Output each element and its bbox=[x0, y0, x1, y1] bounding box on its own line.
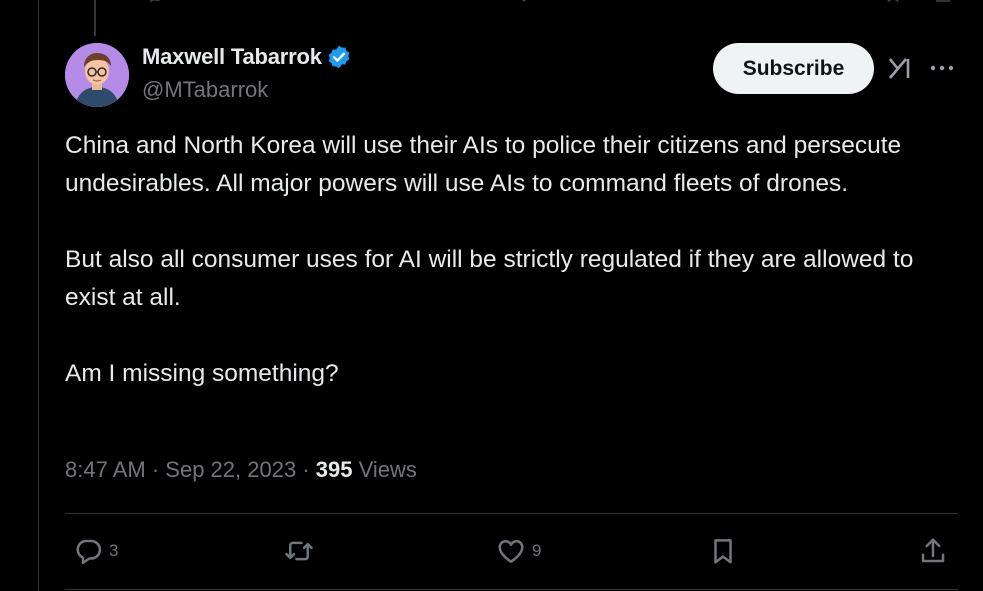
retweet-button[interactable] bbox=[284, 533, 314, 569]
bookmark-icon bbox=[714, 539, 732, 564]
meta-separator: · bbox=[302, 457, 310, 482]
share-icon bbox=[921, 538, 945, 563]
grok-icon[interactable] bbox=[886, 54, 914, 82]
tweet-date[interactable]: Sep 22, 2023 bbox=[165, 457, 296, 482]
author-handle[interactable]: @MTabarrok bbox=[142, 77, 268, 103]
retweet-icon[interactable] bbox=[330, 0, 348, 4]
like-icon[interactable] bbox=[515, 0, 533, 4]
tweet-metadata: 8:47 AM · Sep 22, 2023 · 395 Views bbox=[65, 457, 417, 483]
reply-icon[interactable] bbox=[148, 0, 166, 4]
previous-tweet-actions bbox=[0, 0, 983, 6]
reply-button[interactable]: 3 bbox=[73, 533, 118, 569]
subscribe-button[interactable]: Subscribe bbox=[713, 43, 874, 94]
like-button[interactable]: 9 bbox=[496, 533, 541, 569]
bottom-border bbox=[65, 589, 958, 590]
tweet-text: China and North Korea will use their AIs… bbox=[65, 127, 965, 393]
reply-icon bbox=[76, 539, 102, 565]
avatar[interactable] bbox=[65, 43, 129, 107]
like-icon bbox=[498, 539, 524, 563]
more-icon[interactable] bbox=[928, 58, 956, 78]
views-count: 395 bbox=[315, 457, 353, 482]
like-count: 9 bbox=[532, 541, 542, 560]
verified-badge-icon[interactable] bbox=[326, 44, 352, 70]
reply-count: 3 bbox=[109, 541, 119, 560]
divider bbox=[65, 513, 958, 514]
views-icon[interactable] bbox=[700, 0, 718, 4]
bookmark-icon[interactable] bbox=[884, 0, 902, 4]
avatar-illustration bbox=[65, 43, 129, 107]
retweet-icon bbox=[285, 541, 313, 561]
share-icon[interactable] bbox=[934, 0, 952, 4]
author-display-name[interactable]: Maxwell Tabarrok bbox=[142, 44, 322, 70]
share-button[interactable] bbox=[918, 533, 948, 569]
bookmark-button[interactable] bbox=[708, 533, 738, 569]
meta-separator: · bbox=[151, 457, 160, 482]
tweet-page: Maxwell Tabarrok @MTabarrok Subscribe Ch… bbox=[0, 0, 983, 591]
views-label: Views bbox=[358, 457, 417, 482]
column-border bbox=[38, 0, 39, 591]
author-name-row: Maxwell Tabarrok bbox=[142, 44, 352, 70]
tweet-paragraph: Am I missing something? bbox=[65, 360, 339, 387]
tweet-paragraph: China and North Korea will use their AIs… bbox=[65, 132, 902, 197]
tweet-time[interactable]: 8:47 AM bbox=[65, 457, 146, 482]
tweet-paragraph: But also all consumer uses for AI will b… bbox=[65, 246, 914, 311]
